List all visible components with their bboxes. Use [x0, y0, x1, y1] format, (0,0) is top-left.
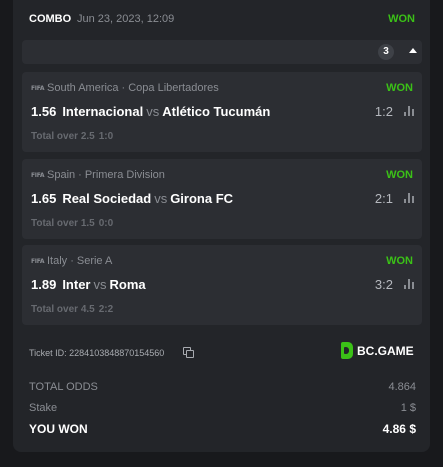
leg-status-badge: WON — [386, 255, 413, 267]
copy-icon[interactable] — [183, 347, 194, 358]
leg-market: Total over 1.5 0:0 — [31, 218, 113, 229]
fifa-icon: FIFA — [31, 171, 45, 179]
market-name: Total over 1.5 — [31, 218, 95, 229]
total-odds-value: 4.864 — [388, 381, 416, 393]
home-team: Internacional — [62, 104, 144, 119]
home-team: Real Sociedad — [62, 191, 152, 206]
market-score: 0:0 — [98, 218, 114, 229]
separator-dot: · — [70, 255, 74, 267]
leg-league-name: Serie A — [76, 255, 113, 267]
separator-dot: · — [121, 82, 126, 94]
bar-chart-icon[interactable] — [404, 193, 414, 203]
bet-type-label: COMBO — [29, 13, 72, 25]
away-team: Girona FC — [170, 191, 234, 206]
leg-status-badge: WON — [386, 82, 413, 94]
leg-league-name: Primera Division — [84, 169, 165, 181]
leg-market: Total over 2.5 1:0 — [31, 131, 113, 142]
leg-league: FIFA South America · Copa Libertadores — [31, 81, 219, 95]
payout-value: 4.86 $ — [382, 422, 416, 436]
leg-region: South America — [47, 82, 119, 94]
selection-leg[interactable]: FIFA South America · Copa Libertadores W… — [22, 72, 422, 152]
selection-leg[interactable]: FIFA Italy · Serie A WON 1.89 Inter vs R… — [22, 245, 422, 325]
separator-dot: · — [78, 169, 82, 181]
stake-row: Stake 1 $ — [29, 402, 416, 414]
leg-match: 1.89 Inter vs Roma — [31, 277, 146, 292]
bc-game-logo-icon — [341, 342, 353, 359]
leg-odds: 1.89 — [31, 277, 57, 292]
market-score: 2:2 — [98, 304, 114, 315]
vs-label: vs — [154, 191, 168, 206]
stake-value: 1 $ — [400, 402, 416, 414]
away-team: Atlético Tucumán — [162, 104, 271, 119]
ticket-status-badge: WON — [388, 13, 415, 25]
total-odds-label: TOTAL ODDS — [29, 381, 98, 393]
payout-row: YOU WON 4.86 $ — [29, 422, 416, 436]
match-score: 3:2 — [374, 277, 393, 292]
fifa-icon: FIFA — [31, 257, 45, 265]
leg-league-name: Copa Libertadores — [128, 82, 219, 94]
leg-match: 1.65 Real Sociedad vs Girona FC — [31, 191, 233, 206]
leg-odds: 1.65 — [31, 191, 57, 206]
match-score: 1:2 — [374, 104, 393, 119]
leg-market: Total over 4.5 2:2 — [31, 304, 113, 315]
leg-league: FIFA Spain · Primera Division — [31, 168, 165, 182]
bet-date: Jun 23, 2023, 12:09 — [77, 13, 175, 25]
selection-count-badge: 3 — [378, 44, 394, 60]
leg-odds: 1.56 — [31, 104, 57, 119]
total-odds-row: TOTAL ODDS 4.864 — [29, 381, 416, 393]
match-score: 2:1 — [374, 191, 393, 206]
bet-ticket-card: COMBO Jun 23, 2023, 12:09 WON 3 FIFA Sou… — [13, 0, 430, 452]
leg-region: Italy — [47, 255, 68, 267]
selections-toggle[interactable]: 3 — [22, 40, 422, 64]
home-team: Inter — [62, 277, 91, 292]
market-name: Total over 2.5 — [31, 131, 95, 142]
ticket-header: COMBO Jun 23, 2023, 12:09 WON — [13, 0, 430, 38]
market-score: 1:0 — [98, 131, 114, 142]
vs-label: vs — [93, 277, 107, 292]
selection-leg[interactable]: FIFA Spain · Primera Division WON 1.65 R… — [22, 159, 422, 239]
leg-league: FIFA Italy · Serie A — [31, 254, 112, 268]
market-name: Total over 4.5 — [31, 304, 95, 315]
ticket-id: Ticket ID: 2284103848870154560 — [29, 348, 165, 358]
fifa-icon: FIFA — [31, 84, 45, 92]
bar-chart-icon[interactable] — [404, 279, 414, 289]
brand-logo: BC.GAME — [341, 342, 414, 359]
leg-match: 1.56 Internacional vs Atlético Tucumán — [31, 104, 270, 119]
brand-name: BC.GAME — [357, 343, 414, 358]
away-team: Roma — [109, 277, 146, 292]
caret-up-icon[interactable] — [409, 48, 417, 53]
vs-label: vs — [146, 104, 160, 119]
stake-label: Stake — [29, 402, 58, 414]
leg-region: Spain — [47, 169, 76, 181]
leg-status-badge: WON — [386, 169, 413, 181]
payout-label: YOU WON — [29, 422, 88, 436]
bar-chart-icon[interactable] — [404, 106, 414, 116]
